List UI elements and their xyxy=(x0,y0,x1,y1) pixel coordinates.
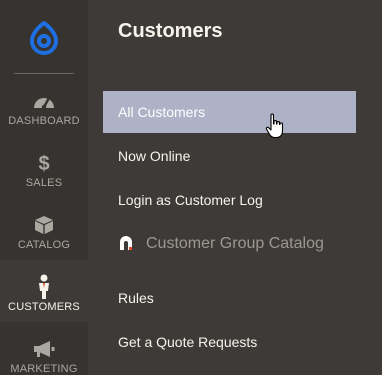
sidebar-item-catalog[interactable]: CATALOG xyxy=(0,198,88,260)
section-label: Customer Group Catalog xyxy=(146,235,324,252)
extension-logo-icon xyxy=(118,236,134,252)
sidebar-item-sales[interactable]: $ SALES xyxy=(0,136,88,198)
menu-item-label: Get a Quote Requests xyxy=(118,334,258,350)
sidebar-item-dashboard[interactable]: DASHBOARD xyxy=(0,74,88,136)
submenu-title: Customers xyxy=(118,20,223,42)
logo[interactable] xyxy=(0,0,88,73)
sidebar-item-customers[interactable]: CUSTOMERS xyxy=(0,260,88,322)
svg-text:$: $ xyxy=(38,153,49,174)
menu-item-all-customers[interactable]: All Customers xyxy=(103,91,356,133)
menu-item-login-as-customer-log[interactable]: Login as Customer Log xyxy=(103,179,356,221)
sidebar-item-marketing[interactable]: MARKETING xyxy=(0,322,88,375)
dollar-icon: $ xyxy=(36,152,52,174)
hand-pointer-icon xyxy=(265,113,284,139)
speedometer-icon xyxy=(32,90,56,112)
menu-item-label: Now Online xyxy=(118,148,191,164)
menu-item-rules[interactable]: Rules xyxy=(103,277,356,319)
menu-item-quote-requests[interactable]: Get a Quote Requests xyxy=(103,321,356,363)
sidebar-item-label: SALES xyxy=(25,177,63,189)
megaphone-icon xyxy=(32,338,56,360)
sidebar-item-label: MARKETING xyxy=(10,363,78,375)
box-icon xyxy=(34,214,54,236)
person-icon xyxy=(36,274,52,299)
menu-item-label: Rules xyxy=(118,290,154,306)
sidebar-item-label: CUSTOMERS xyxy=(8,301,80,313)
menu-item-now-online[interactable]: Now Online xyxy=(103,135,356,177)
sidebar-item-label: DASHBOARD xyxy=(8,115,80,127)
menu-item-label: All Customers xyxy=(118,104,206,120)
admin-menu: DASHBOARD $ SALES CATALOG CUSTOMERS MARK… xyxy=(0,0,382,375)
section-customer-group-catalog: Customer Group Catalog xyxy=(103,223,356,265)
sidebar-item-label: CATALOG xyxy=(17,239,71,251)
menu-item-label: Login as Customer Log xyxy=(118,192,263,208)
customers-submenu: Customers All Customers Now Online Login… xyxy=(88,0,382,375)
admin-sidebar: DASHBOARD $ SALES CATALOG CUSTOMERS MARK… xyxy=(0,0,88,375)
logo-icon xyxy=(30,20,58,55)
